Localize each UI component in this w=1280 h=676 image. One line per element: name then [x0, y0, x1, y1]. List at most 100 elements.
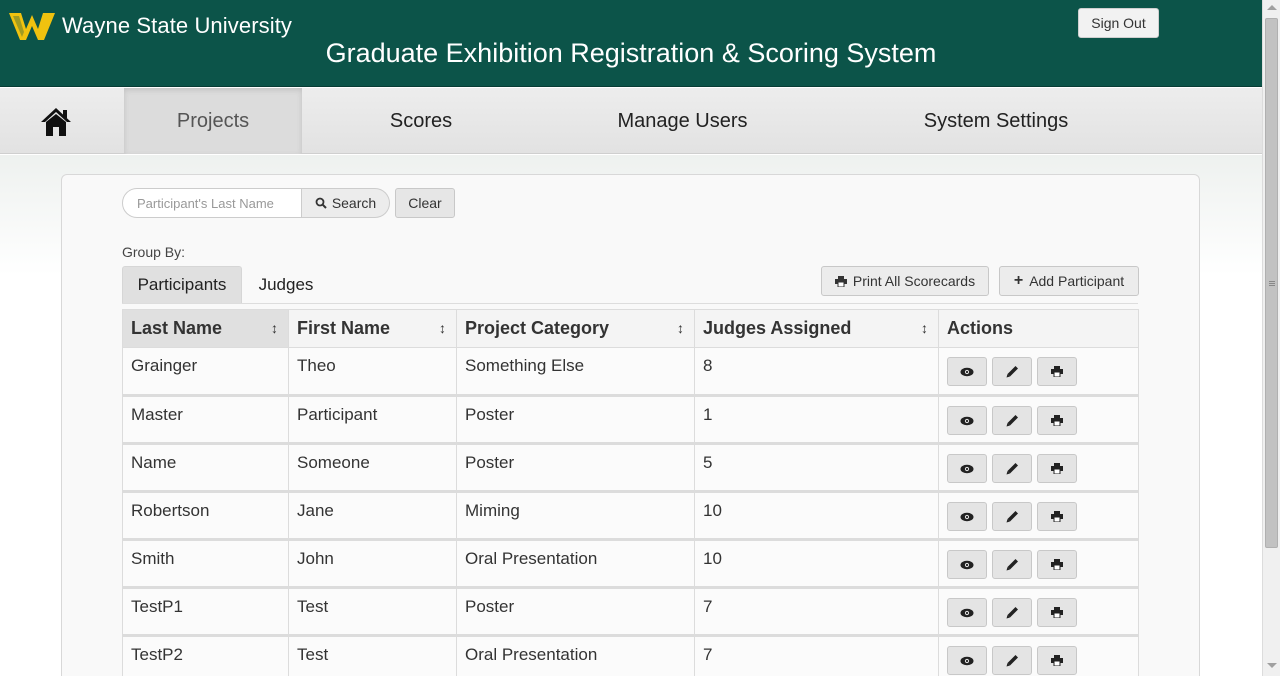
table-row: TestP2 Test Oral Presentation 7 [122, 635, 1139, 676]
sort-icon: ↕ [677, 320, 684, 336]
nav-projects[interactable]: Projects [124, 88, 302, 154]
cell-actions [938, 635, 1139, 676]
cell-actions [938, 443, 1139, 493]
cell-judges-assigned: 7 [694, 587, 939, 637]
site-header: Wayne State University Graduate Exhibiti… [0, 0, 1262, 87]
row-actions [947, 406, 1130, 435]
cell-actions [938, 587, 1139, 637]
cell-project-category: Poster [456, 395, 695, 445]
row-actions [947, 502, 1130, 531]
scroll-up-arrow-icon[interactable] [1267, 5, 1277, 10]
cell-project-category: Poster [456, 587, 695, 637]
eye-icon [960, 367, 974, 377]
print-all-label: Print All Scorecards [852, 273, 976, 289]
eye-icon [960, 608, 974, 618]
view-button[interactable] [947, 646, 987, 675]
eye-icon [960, 560, 974, 570]
view-button[interactable] [947, 598, 987, 627]
scroll-down-arrow-icon[interactable] [1267, 663, 1277, 668]
cell-judges-assigned: 10 [694, 539, 939, 589]
cell-first-name: Someone [288, 443, 457, 493]
nav-system-settings[interactable]: System Settings [900, 88, 1092, 154]
tab-judges[interactable]: Judges [246, 266, 326, 303]
print-button[interactable] [1037, 454, 1077, 483]
scroll-thumb[interactable] [1265, 18, 1278, 548]
view-button[interactable] [947, 502, 987, 531]
table-row: Master Participant Poster 1 [122, 395, 1139, 445]
pencil-icon [1006, 365, 1019, 378]
cell-judges-assigned: 1 [694, 395, 939, 445]
printer-icon [1051, 655, 1063, 666]
print-button[interactable] [1037, 502, 1077, 531]
clear-button[interactable]: Clear [395, 188, 455, 218]
edit-button[interactable] [992, 357, 1032, 386]
cell-project-category: Miming [456, 491, 695, 541]
pencil-icon [1006, 414, 1019, 427]
nav-scores[interactable]: Scores [340, 88, 502, 154]
edit-button[interactable] [992, 550, 1032, 579]
tab-participants[interactable]: Participants [122, 266, 242, 303]
cell-last-name: Smith [122, 539, 289, 589]
row-actions [947, 550, 1130, 579]
printer-icon [1051, 463, 1063, 474]
column-header-first-name[interactable]: First Name ↕ [288, 309, 457, 348]
cell-judges-assigned: 7 [694, 635, 939, 676]
view-button[interactable] [947, 357, 987, 386]
print-button[interactable] [1037, 646, 1077, 675]
search-button[interactable]: Search [302, 188, 390, 218]
edit-button[interactable] [992, 406, 1032, 435]
cell-first-name: Test [288, 635, 457, 676]
print-button[interactable] [1037, 598, 1077, 627]
column-header-judges-assigned[interactable]: Judges Assigned ↕ [694, 309, 939, 348]
eye-icon [960, 416, 974, 426]
table-row: Robertson Jane Miming 10 [122, 491, 1139, 541]
home-icon [41, 108, 71, 136]
edit-button[interactable] [992, 598, 1032, 627]
cell-judges-assigned: 5 [694, 443, 939, 493]
add-participant-button[interactable]: + Add Participant [999, 266, 1139, 296]
eye-icon [960, 656, 974, 666]
participants-table: Last Name ↕ First Name ↕ Project Category ↕… [122, 309, 1139, 676]
print-button[interactable] [1037, 406, 1077, 435]
cell-last-name: TestP2 [122, 635, 289, 676]
eye-icon [960, 512, 974, 522]
print-button[interactable] [1037, 550, 1077, 579]
sort-icon: ↕ [921, 320, 928, 336]
edit-button[interactable] [992, 646, 1032, 675]
table-row: Name Someone Poster 5 [122, 443, 1139, 493]
cell-last-name: TestP1 [122, 587, 289, 637]
view-button[interactable] [947, 406, 987, 435]
cell-last-name: Grainger [122, 347, 289, 397]
cell-first-name: Jane [288, 491, 457, 541]
wsu-w-logo-icon [9, 13, 55, 40]
printer-icon [1051, 415, 1063, 426]
university-logo[interactable]: Wayne State University [9, 11, 292, 41]
cell-actions [938, 395, 1139, 445]
printer-icon [1051, 511, 1063, 522]
cell-actions [938, 491, 1139, 541]
print-all-scorecards-button[interactable]: Print All Scorecards [821, 266, 989, 296]
nav-home[interactable] [40, 107, 72, 142]
group-by-label: Group By: [122, 244, 186, 260]
column-header-last-name[interactable]: Last Name ↕ [122, 309, 289, 348]
sign-out-button[interactable]: Sign Out [1078, 8, 1159, 38]
plus-icon: + [1013, 272, 1024, 289]
edit-button[interactable] [992, 454, 1032, 483]
cell-judges-assigned: 10 [694, 491, 939, 541]
column-header-project-category[interactable]: Project Category ↕ [456, 309, 695, 348]
add-participant-label: Add Participant [1029, 273, 1125, 289]
pencil-icon [1006, 462, 1019, 475]
eye-icon [960, 464, 974, 474]
cell-first-name: Test [288, 587, 457, 637]
cell-judges-assigned: 8 [694, 347, 939, 397]
vertical-scrollbar[interactable] [1262, 0, 1280, 676]
print-button[interactable] [1037, 357, 1077, 386]
printer-icon [1051, 559, 1063, 570]
cell-actions [938, 539, 1139, 589]
edit-button[interactable] [992, 502, 1032, 531]
view-button[interactable] [947, 550, 987, 579]
nav-manage-users[interactable]: Manage Users [590, 88, 775, 154]
view-button[interactable] [947, 454, 987, 483]
row-actions [947, 357, 1130, 386]
search-input[interactable]: Participant's Last Name [122, 188, 302, 218]
